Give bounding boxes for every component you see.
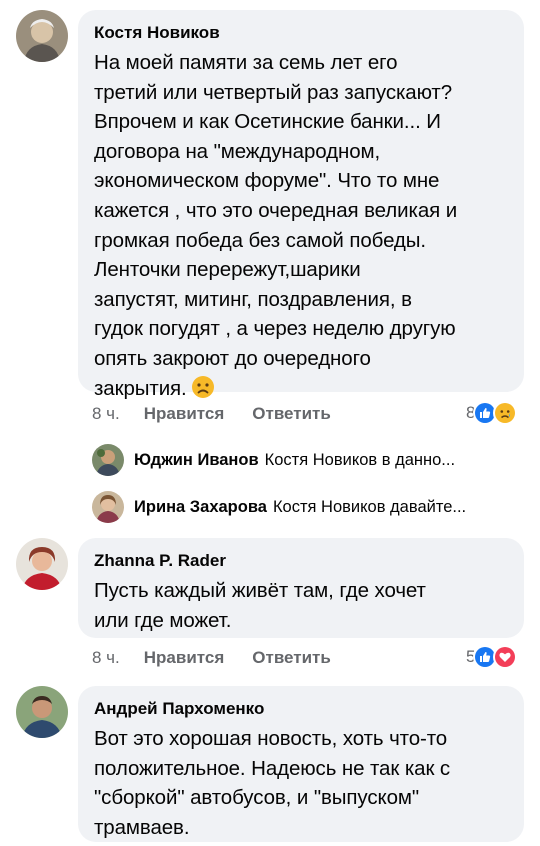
sad-face-icon — [191, 375, 215, 399]
comment-line: третий или четвертый раз запускают? — [94, 80, 453, 104]
avatar-irina[interactable] — [92, 491, 124, 523]
comment-line: Вот это хорошая новость, хоть что-то — [94, 727, 448, 750]
reply-author[interactable]: Юджин Иванов — [134, 451, 259, 470]
comment-author[interactable]: Zhanna P. Rader — [94, 550, 510, 572]
comment-text: Вот это хорошая новость, хоть что-то пол… — [94, 724, 510, 842]
comment-line: экономическом форуме". Что то мне — [94, 169, 440, 193]
comment-author[interactable]: Костя Новиков — [94, 22, 510, 44]
comment-line: положительное. Надеюсь не так как с — [94, 756, 451, 780]
reply-button[interactable]: Ответить — [252, 404, 331, 424]
comment-text: Пусть каждый живёт там, где хочет или гд… — [94, 576, 510, 635]
reply-preview[interactable]: Юджин Иванов Костя Новиков в данно... — [92, 444, 455, 476]
reply-author[interactable]: Ирина Захарова — [134, 498, 267, 517]
avatar-kostya[interactable] — [16, 10, 68, 62]
comment-actions: 8 ч. Нравится Ответить — [92, 646, 359, 670]
comment-line: закрытия. — [94, 374, 510, 404]
avatar-yudzhin[interactable] — [92, 444, 124, 476]
comment-timestamp[interactable]: 8 ч. — [92, 404, 120, 424]
comment-line: договора на "международном, — [94, 139, 381, 163]
reactions-summary[interactable]: 8 — [466, 401, 518, 425]
comment-line: "сборкой" автобусов, и "выпуском" — [94, 786, 420, 810]
like-button[interactable]: Нравится — [144, 648, 225, 668]
comment-line: или где может. — [94, 608, 232, 632]
comment-line: опять закроют до очередного — [94, 346, 371, 370]
love-reaction-icon — [493, 645, 518, 669]
comment-line: трамваев. — [94, 815, 190, 839]
like-button[interactable]: Нравится — [144, 404, 225, 424]
comment-line-text: закрытия. — [94, 376, 187, 400]
reply-text: Костя Новиков в данно... — [264, 450, 456, 469]
reactions-summary[interactable]: 5 — [466, 645, 518, 669]
comment-line: Ленточки перережут,шарики — [94, 258, 361, 282]
comment-author[interactable]: Андрей Пархоменко — [94, 698, 510, 720]
avatar-zhanna[interactable] — [16, 538, 68, 590]
comment-line: кажется , что это очередная великая и — [94, 198, 458, 222]
comment-bubble: Zhanna P. Rader Пусть каждый живёт там, … — [78, 538, 524, 638]
avatar-andrey[interactable] — [16, 686, 68, 738]
comment-bubble: Андрей Пархоменко Вот это хорошая новост… — [78, 686, 524, 842]
comment-line: Пусть каждый живёт там, где хочет — [94, 579, 426, 602]
reply-text: Костя Новиков давайте... — [272, 497, 467, 516]
comment-line: громкая победа без самой победы. — [94, 228, 427, 252]
comment-line: Впрочем и как Осетинские банки... И — [94, 110, 441, 134]
comment-line: гудок погудят , а через неделю другую — [94, 317, 456, 341]
reply-preview[interactable]: Ирина Захарова Костя Новиков давайте... — [92, 491, 466, 523]
comment-line: На моей памяти за семь лет его — [94, 51, 398, 74]
comment-actions: 8 ч. Нравится Ответить — [92, 402, 359, 426]
comment-line: запустят, митинг, поздравления, в — [94, 287, 412, 311]
comment-text: На моей памяти за семь лет его третий ил… — [94, 48, 510, 403]
comment-bubble: Костя Новиков На моей памяти за семь лет… — [78, 10, 524, 400]
comment-timestamp[interactable]: 8 ч. — [92, 648, 120, 668]
reply-button[interactable]: Ответить — [252, 648, 331, 668]
sad-reaction-icon — [493, 401, 518, 425]
